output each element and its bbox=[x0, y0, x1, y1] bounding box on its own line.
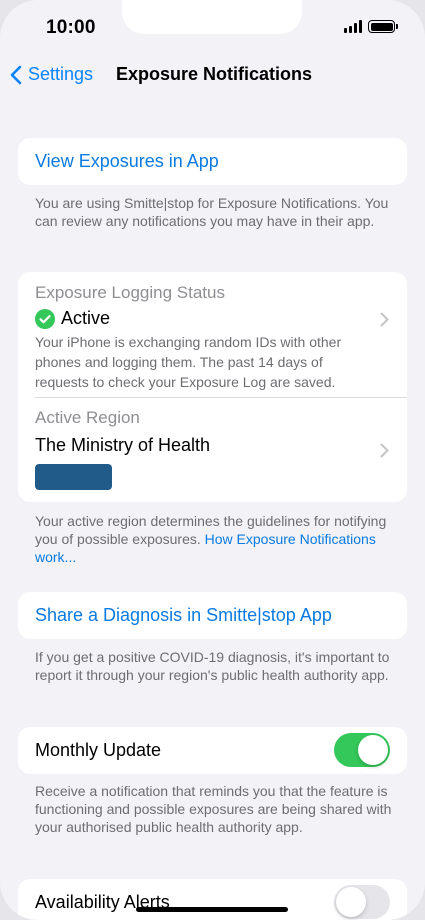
monthly-update-row: Monthly Update bbox=[18, 727, 407, 774]
toggle-knob bbox=[358, 735, 388, 765]
active-region-row[interactable]: Active Region The Ministry of Health bbox=[18, 398, 407, 502]
battery-icon bbox=[368, 20, 398, 33]
active-region-label: Active Region bbox=[35, 408, 140, 427]
home-indicator bbox=[136, 907, 288, 912]
page-title: Exposure Notifications bbox=[116, 64, 313, 84]
monthly-update-toggle[interactable] bbox=[334, 733, 390, 767]
chevron-right-icon bbox=[380, 443, 389, 458]
logging-status-label: Exposure Logging Status bbox=[35, 283, 225, 302]
region-footnote: Your active region determines the guidel… bbox=[35, 512, 400, 566]
monthly-update-footnote: Receive a notification that reminds you … bbox=[35, 783, 392, 835]
active-region-name: The Ministry of Health bbox=[35, 435, 211, 455]
view-exposures-row[interactable]: View Exposures in App bbox=[18, 138, 407, 185]
availability-alerts-toggle[interactable] bbox=[334, 885, 390, 919]
view-exposures-link[interactable]: View Exposures in App bbox=[35, 151, 219, 172]
phone-screen: 10:00 Settings Exposure Notifications Vi… bbox=[0, 0, 425, 920]
notch bbox=[122, 0, 302, 34]
toggle-knob bbox=[336, 887, 366, 917]
availability-alerts-row: Availability Alerts bbox=[18, 879, 407, 920]
logging-status-value: Active bbox=[61, 308, 111, 328]
logging-description: Your iPhone is exchanging random IDs wit… bbox=[35, 334, 342, 390]
back-button[interactable]: Settings bbox=[10, 64, 93, 85]
share-diagnosis-row[interactable]: Share a Diagnosis in Smitte|stop App bbox=[18, 592, 407, 639]
status-time: 10:00 bbox=[46, 17, 96, 38]
back-label: Settings bbox=[28, 64, 94, 84]
cellular-signal-icon bbox=[344, 20, 362, 33]
exposure-logging-row[interactable]: Exposure Logging Status Active Your iPho… bbox=[18, 272, 407, 397]
chevron-left-icon bbox=[10, 65, 22, 84]
chevron-right-icon bbox=[380, 312, 389, 327]
share-diagnosis-link[interactable]: Share a Diagnosis in Smitte|stop App bbox=[35, 605, 332, 626]
checkmark-circle-icon bbox=[35, 308, 55, 329]
view-exposures-footnote: You are using Smitte|stop for Exposure N… bbox=[35, 195, 389, 229]
status-region-card: Exposure Logging Status Active Your iPho… bbox=[18, 272, 407, 502]
navigation-bar: Settings Exposure Notifications bbox=[0, 62, 425, 90]
logging-status-line: Active bbox=[35, 308, 110, 329]
share-diagnosis-footnote: If you get a positive COVID-19 diagnosis… bbox=[35, 649, 390, 683]
monthly-update-label: Monthly Update bbox=[35, 740, 162, 760]
region-authority-logo bbox=[35, 464, 112, 490]
status-icons bbox=[344, 20, 398, 33]
